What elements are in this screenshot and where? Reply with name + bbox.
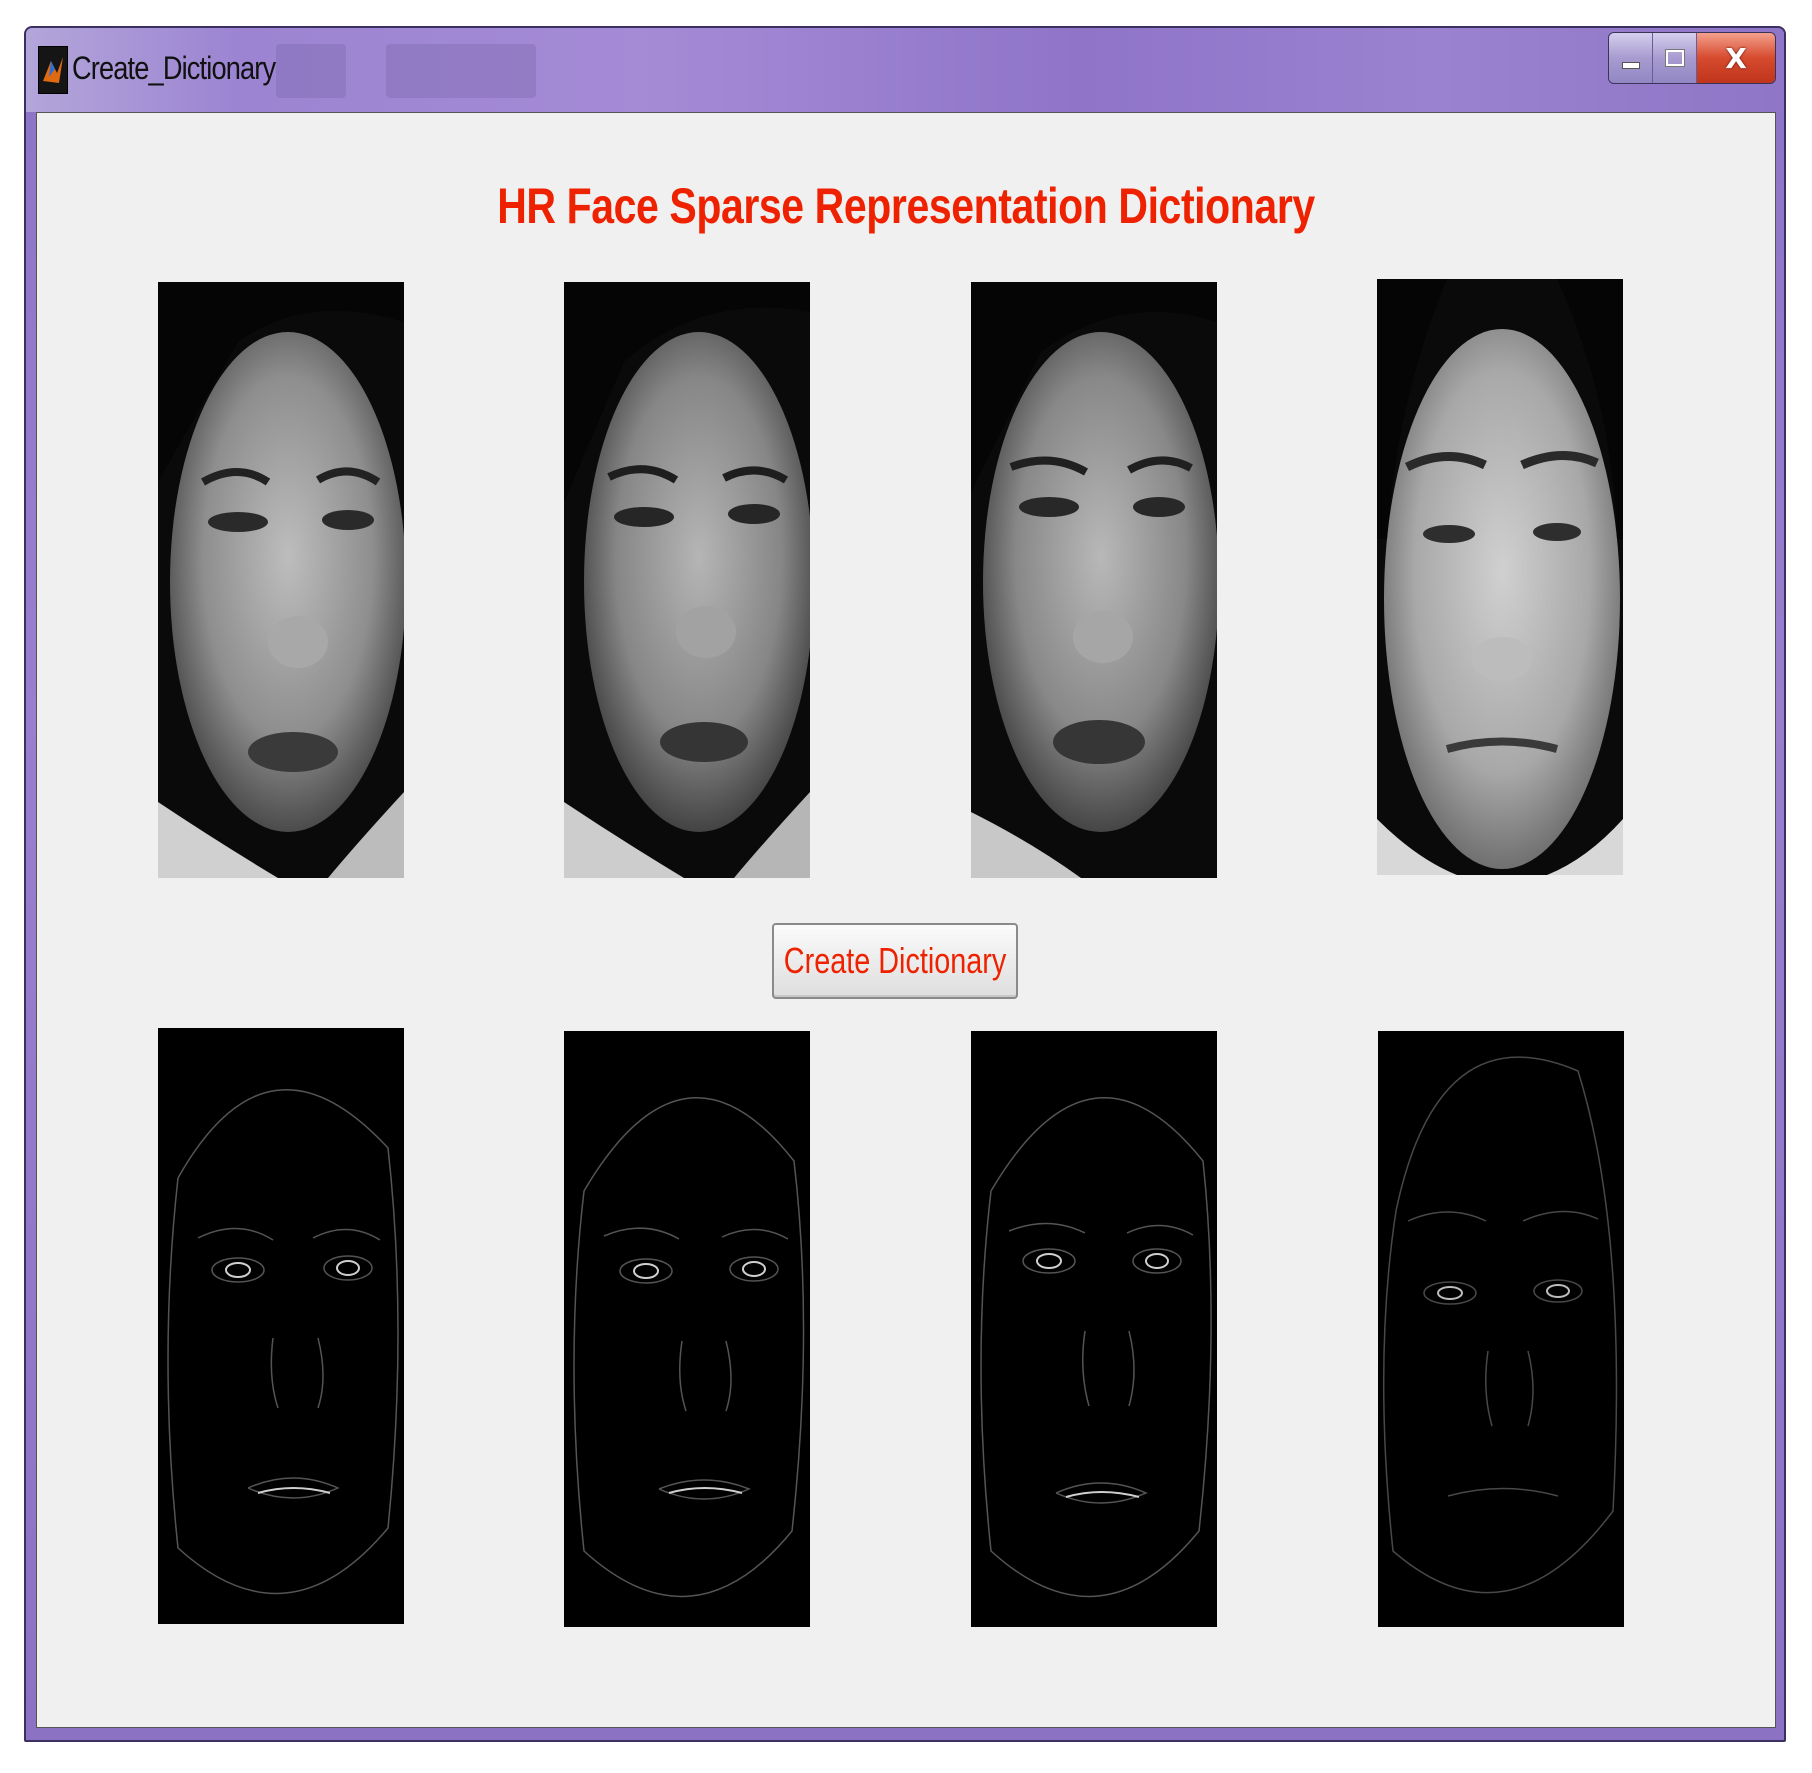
close-icon: X — [1725, 41, 1747, 75]
create-dictionary-label: Create Dictionary — [783, 940, 1007, 981]
minimize-icon — [1621, 61, 1640, 69]
window-title: Create_Dictionary — [72, 50, 276, 86]
hr-face-image-3 — [971, 282, 1217, 878]
app-window: Create_Dictionary X HR Face Sparse Repre… — [24, 26, 1786, 1742]
hr-face-image-4 — [1377, 279, 1623, 875]
dictionary-edge-image-2 — [564, 1031, 810, 1627]
create-dictionary-button[interactable]: Create Dictionary — [772, 923, 1018, 999]
dictionary-edge-image-3 — [971, 1031, 1217, 1627]
hr-face-image-2 — [564, 282, 810, 878]
background-window-ghost — [276, 44, 346, 98]
close-button[interactable]: X — [1697, 33, 1775, 83]
dictionary-edge-image-1 — [158, 1028, 404, 1624]
maximize-icon — [1664, 49, 1685, 67]
matlab-app-icon — [38, 46, 68, 94]
background-window-ghost — [386, 44, 536, 98]
page-title: HR Face Sparse Representation Dictionary — [497, 178, 1315, 234]
figure-client-area: HR Face Sparse Representation Dictionary — [36, 112, 1776, 1728]
maximize-button[interactable] — [1653, 33, 1697, 83]
dictionary-edge-image-4 — [1378, 1031, 1624, 1627]
minimize-button[interactable] — [1609, 33, 1653, 83]
title-bar[interactable]: Create_Dictionary X — [26, 28, 1784, 112]
window-controls: X — [1608, 32, 1776, 84]
hr-face-image-1 — [158, 282, 404, 878]
